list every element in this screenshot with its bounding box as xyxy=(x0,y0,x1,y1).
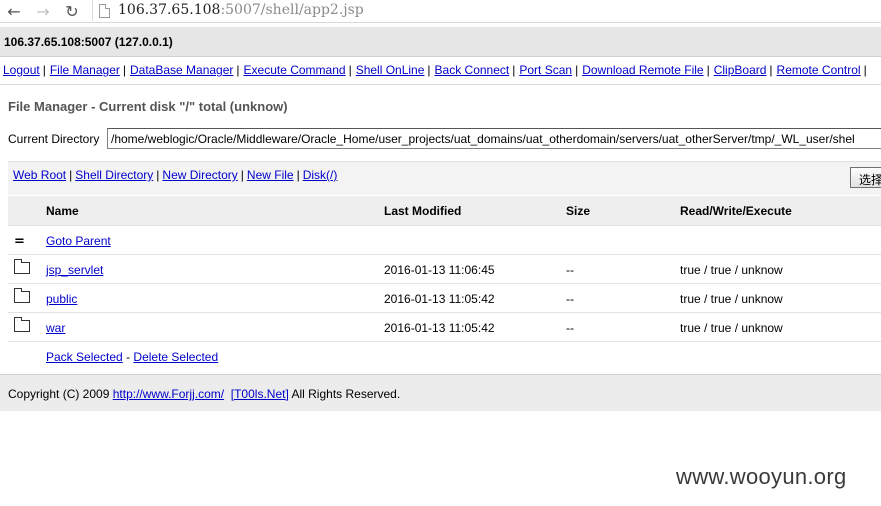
menu-separator: | xyxy=(348,63,352,77)
parent-icon: = xyxy=(14,234,25,249)
goto-parent-link[interactable]: Goto Parent xyxy=(46,234,111,248)
menu-back-connect[interactable]: Back Connect xyxy=(435,63,510,77)
toolbar-separator: | xyxy=(240,168,244,182)
back-arrow-icon[interactable]: ← xyxy=(4,1,24,21)
permissions-cell: true / true / unknow xyxy=(680,263,783,277)
menu-separator: | xyxy=(575,63,579,77)
permissions-cell: true / true / unknow xyxy=(680,321,783,335)
menu-separator: | xyxy=(122,63,126,77)
file-toolbar: Web Root | Shell Directory | New Directory | N… xyxy=(8,161,881,195)
menu-logout[interactable]: Logout xyxy=(3,63,40,77)
disk-link[interactable]: Disk(/) xyxy=(303,168,338,182)
menu-separator: | xyxy=(427,63,431,77)
folder-link[interactable]: jsp_servlet xyxy=(46,263,103,277)
choose-file-button[interactable]: 选择 xyxy=(850,167,881,188)
menu-file-manager[interactable]: File Manager xyxy=(50,63,120,77)
folder-icon xyxy=(14,288,30,307)
address-bar[interactable]: 106.37.65.108:5007/shell/app2.jsp xyxy=(92,0,881,21)
forward-arrow-icon[interactable]: → xyxy=(33,1,53,21)
menu-separator: | xyxy=(706,63,710,77)
url-host: 106.37.65.108 xyxy=(118,2,221,18)
header-name: Name xyxy=(46,204,79,218)
permissions-cell: true / true / unknow xyxy=(680,292,783,306)
modified-cell: 2016-01-13 11:05:42 xyxy=(384,292,495,306)
header-last-modified: Last Modified xyxy=(384,204,462,218)
address-url[interactable]: 106.37.65.108:5007/shell/app2.jsp xyxy=(118,2,364,18)
size-cell: -- xyxy=(566,263,574,277)
divider xyxy=(0,84,881,85)
page-title: File Manager - Current disk "/" total (u… xyxy=(8,99,288,114)
table-header: Name Last Modified Size Read/Write/Execu… xyxy=(8,196,881,226)
folder-link[interactable]: public xyxy=(46,292,77,306)
file-table: Name Last Modified Size Read/Write/Execu… xyxy=(8,196,881,370)
modified-cell: 2016-01-13 11:05:42 xyxy=(384,321,495,335)
new-directory-link[interactable]: New Directory xyxy=(162,168,237,182)
current-directory-label: Current Directory xyxy=(8,132,100,146)
main-menu: Logout | File Manager | DataBase Manager | Exe… xyxy=(3,63,871,77)
toolbar-separator: | xyxy=(69,168,73,182)
folder-icon xyxy=(14,317,30,336)
header-permissions: Read/Write/Execute xyxy=(680,204,792,218)
menu-shell-online[interactable]: Shell OnLine xyxy=(356,63,425,77)
forjj-link[interactable]: http://www.Forjj.com/ xyxy=(113,387,224,401)
toolbar-separator: | xyxy=(296,168,300,182)
header-size: Size xyxy=(566,204,591,218)
menu-separator: | xyxy=(769,63,773,77)
menu-remote-control[interactable]: Remote Control xyxy=(777,63,861,77)
host-info: 106.37.65.108:5007 (127.0.0.1) xyxy=(4,35,173,49)
current-directory-input[interactable] xyxy=(107,128,881,149)
actions-separator: - xyxy=(126,350,131,364)
shell-directory-link[interactable]: Shell Directory xyxy=(75,168,153,182)
browser-toolbar: ← → ↻ 106.37.65.108:5007/shell/app2.jsp xyxy=(0,0,881,23)
table-row: war 2016-01-13 11:05:42 -- true / true /… xyxy=(8,313,881,342)
toolbar-separator: | xyxy=(156,168,160,182)
menu-clipboard[interactable]: ClipBoard xyxy=(714,63,767,77)
menu-separator: | xyxy=(512,63,516,77)
menu-database-manager[interactable]: DataBase Manager xyxy=(130,63,233,77)
rights-text: All Rights Reserved. xyxy=(291,387,401,401)
table-row: public 2016-01-13 11:05:42 -- true / tru… xyxy=(8,284,881,313)
page-icon xyxy=(99,4,110,18)
web-root-link[interactable]: Web Root xyxy=(13,168,66,182)
bulk-actions-row: Pack Selected - Delete Selected xyxy=(8,342,881,370)
parent-row: = Goto Parent xyxy=(8,226,881,255)
watermark: www.wooyun.org xyxy=(676,464,847,489)
new-file-link[interactable]: New File xyxy=(247,168,294,182)
copyright-text: Copyright (C) 2009 xyxy=(8,387,110,401)
reload-icon[interactable]: ↻ xyxy=(62,1,82,21)
menu-execute-command[interactable]: Execute Command xyxy=(244,63,346,77)
folder-link[interactable]: war xyxy=(46,321,65,335)
pack-selected-link[interactable]: Pack Selected xyxy=(46,350,123,364)
menu-port-scan[interactable]: Port Scan xyxy=(519,63,572,77)
host-bar: 106.37.65.108:5007 (127.0.0.1) xyxy=(0,27,881,57)
size-cell: -- xyxy=(566,292,574,306)
footer: Copyright (C) 2009 http://www.Forjj.com/… xyxy=(0,375,881,411)
menu-separator: | xyxy=(42,63,46,77)
size-cell: -- xyxy=(566,321,574,335)
folder-icon xyxy=(14,259,30,278)
menu-download-remote-file[interactable]: Download Remote File xyxy=(582,63,703,77)
table-row: jsp_servlet 2016-01-13 11:06:45 -- true … xyxy=(8,255,881,284)
menu-separator: | xyxy=(236,63,240,77)
modified-cell: 2016-01-13 11:06:45 xyxy=(384,263,495,277)
delete-selected-link[interactable]: Delete Selected xyxy=(133,350,218,364)
url-path: :5007/shell/app2.jsp xyxy=(220,2,364,18)
menu-separator: | xyxy=(863,63,867,77)
t00ls-link[interactable]: [T00ls.Net] xyxy=(231,387,289,401)
